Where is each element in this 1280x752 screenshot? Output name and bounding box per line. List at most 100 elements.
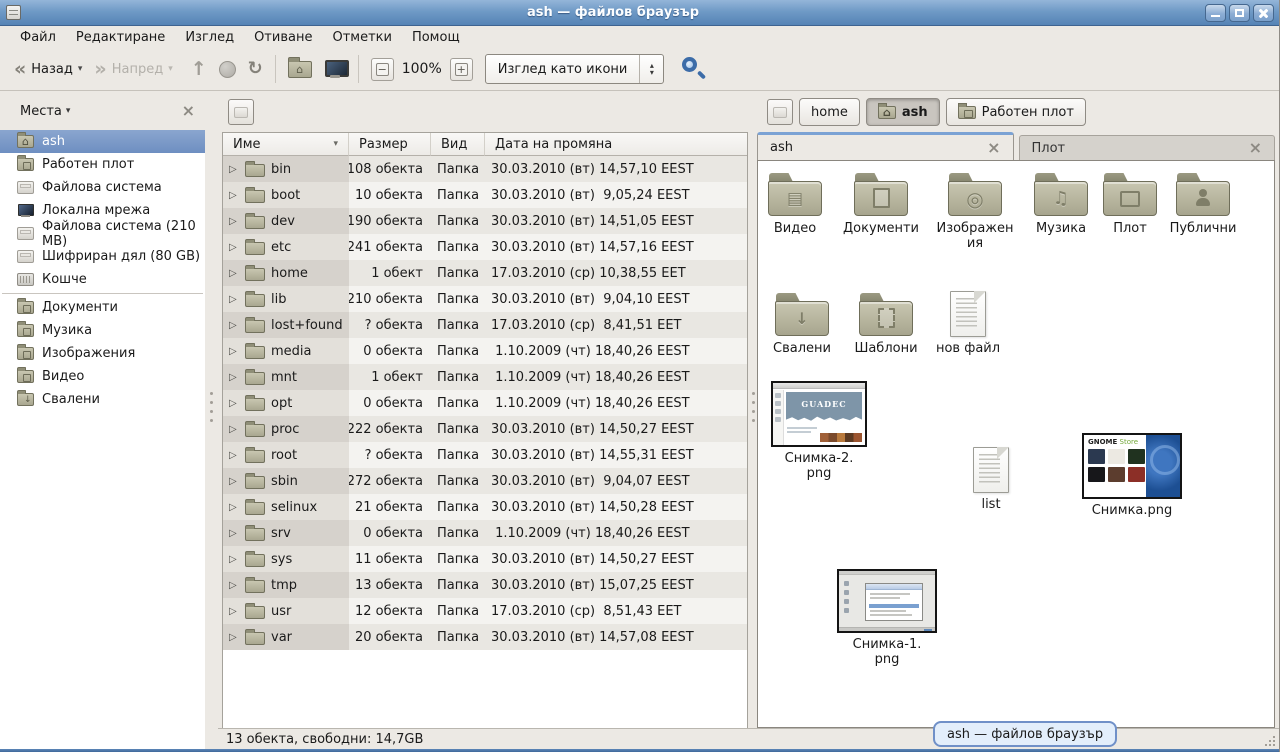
sidebar-title[interactable]: Места [20, 104, 62, 119]
sidebar-item-downloads[interactable]: Свалени [0, 388, 205, 411]
expander-icon[interactable]: ▷ [229, 424, 239, 435]
menu-item-view[interactable]: Изглед [175, 28, 244, 47]
expander-icon[interactable]: ▷ [229, 216, 239, 227]
table-row[interactable]: ▷mnt1 обектПапка 1.10.2009 (чт) 18,40,26… [223, 364, 747, 390]
table-row[interactable]: ▷dev190 обектаПапка30.03.2010 (вт) 14,51… [223, 208, 747, 234]
sidebar-item-encrypted-80gb[interactable]: Шифриран дял (80 GB) [0, 245, 205, 268]
titlebar[interactable]: ash — файлов браузър [0, 0, 1279, 26]
zoom-out-button[interactable]: − [371, 58, 394, 81]
column-header-date[interactable]: Дата на промяна [485, 133, 747, 156]
up-button[interactable]: ↑ [185, 57, 213, 81]
sidebar-close-button[interactable]: × [182, 104, 195, 118]
icon-desktop[interactable]: Плот [1097, 173, 1163, 236]
table-row[interactable]: ▷lost+found? обектаПапка17.03.2010 (ср) … [223, 312, 747, 338]
tab-plot[interactable]: Плот × [1019, 135, 1276, 160]
icon-snimka-1[interactable]: Снимка-1.png [835, 569, 939, 667]
icon-list[interactable]: list [949, 447, 1033, 512]
icon-downloads[interactable]: Свалени [761, 293, 843, 356]
column-header-name[interactable]: Име ▾ [223, 133, 349, 156]
pathbar-button-desktop[interactable]: Работен плот [946, 98, 1086, 126]
table-row[interactable]: ▷boot10 обектаПапка30.03.2010 (вт) 9,05,… [223, 182, 747, 208]
pathbar-button-ash[interactable]: ash [866, 98, 940, 126]
icon-music[interactable]: Музика [1019, 173, 1103, 236]
sidebar-item-filesystem-210mb[interactable]: Файлова система (210 MB) [0, 222, 205, 245]
home-button[interactable]: ⌂ [282, 57, 318, 82]
icon-pictures[interactable]: Изображения [931, 173, 1019, 251]
stop-button[interactable] [213, 57, 242, 82]
table-row[interactable]: ▷sbin272 обектаПапка30.03.2010 (вт) 9,04… [223, 468, 747, 494]
location-toggle-button[interactable] [228, 99, 254, 125]
expander-icon[interactable]: ▷ [229, 554, 239, 565]
close-button[interactable] [1253, 4, 1274, 22]
menu-item-file[interactable]: Файл [10, 28, 66, 47]
expander-icon[interactable]: ▷ [229, 190, 239, 201]
maximize-button[interactable] [1229, 4, 1250, 22]
location-toggle-button[interactable] [767, 99, 793, 125]
tab-ash[interactable]: ash × [757, 132, 1014, 160]
menu-item-edit[interactable]: Редактиране [66, 28, 175, 47]
expander-icon[interactable]: ▷ [229, 632, 239, 643]
table-row[interactable]: ▷srv0 обектаПапка 1.10.2009 (чт) 18,40,2… [223, 520, 747, 546]
icon-public[interactable]: Публични [1159, 173, 1247, 236]
pane-splitter[interactable] [750, 92, 757, 728]
computer-button[interactable] [318, 56, 352, 82]
menu-item-bookmarks[interactable]: Отметки [322, 28, 401, 47]
sidebar-item-videos[interactable]: Видео [0, 365, 205, 388]
sidebar-item-filesystem[interactable]: Файлова система [0, 176, 205, 199]
tab-close-button[interactable]: × [987, 141, 1000, 155]
forward-button[interactable]: » Напред ▾ [88, 57, 178, 81]
expander-icon[interactable]: ▷ [229, 268, 239, 279]
reload-button[interactable]: ↻ [242, 57, 269, 81]
table-row[interactable]: ▷root? обектаПапка30.03.2010 (вт) 14,55,… [223, 442, 747, 468]
expander-icon[interactable]: ▷ [229, 320, 239, 331]
resize-grip[interactable] [1263, 734, 1275, 746]
table-row[interactable]: ▷selinux21 обектаПапка30.03.2010 (вт) 14… [223, 494, 747, 520]
combo-spinner-icon[interactable]: ▴▾ [639, 55, 663, 83]
table-row[interactable]: ▷opt0 обектаПапка 1.10.2009 (чт) 18,40,2… [223, 390, 747, 416]
expander-icon[interactable]: ▷ [229, 346, 239, 357]
icon-video[interactable]: Видео [757, 173, 833, 236]
expander-icon[interactable]: ▷ [229, 242, 239, 253]
menu-item-go[interactable]: Отиване [244, 28, 322, 47]
expander-icon[interactable]: ▷ [229, 528, 239, 539]
table-row[interactable]: ▷lib210 обектаПапка30.03.2010 (вт) 9,04,… [223, 286, 747, 312]
expander-icon[interactable]: ▷ [229, 164, 239, 175]
table-row[interactable]: ▷usr12 обектаПапка17.03.2010 (ср) 8,51,4… [223, 598, 747, 624]
tab-close-button[interactable]: × [1249, 141, 1262, 155]
view-mode-select[interactable]: Изглед като икони ▴▾ [485, 54, 665, 84]
table-row[interactable]: ▷etc241 обектаПапка30.03.2010 (вт) 14,57… [223, 234, 747, 260]
table-row[interactable]: ▷tmp13 обектаПапка30.03.2010 (вт) 15,07,… [223, 572, 747, 598]
back-dropdown-icon[interactable]: ▾ [78, 64, 83, 74]
expander-icon[interactable]: ▷ [229, 476, 239, 487]
pane-splitter[interactable] [205, 92, 218, 749]
expander-icon[interactable]: ▷ [229, 450, 239, 461]
sidebar-item-documents[interactable]: Документи [0, 296, 205, 319]
table-row[interactable]: ▷sys11 обектаПапка30.03.2010 (вт) 14,50,… [223, 546, 747, 572]
search-button[interactable] [678, 54, 708, 84]
zoom-in-button[interactable]: + [450, 58, 473, 81]
expander-icon[interactable]: ▷ [229, 606, 239, 617]
expander-icon[interactable]: ▷ [229, 294, 239, 305]
icon-view[interactable]: ВидеоДокументиИзображенияМузикаПлотПубли… [757, 160, 1275, 728]
sidebar-item-music[interactable]: Музика [0, 319, 205, 342]
minimize-button[interactable] [1205, 4, 1226, 22]
expander-icon[interactable]: ▷ [229, 398, 239, 409]
table-row[interactable]: ▷media0 обектаПапка 1.10.2009 (чт) 18,40… [223, 338, 747, 364]
back-button[interactable]: « Назад ▾ [8, 57, 88, 81]
sidebar-dropdown-icon[interactable]: ▾ [66, 106, 71, 116]
icon-new-file[interactable]: нов файл [927, 291, 1009, 356]
icon-snimka[interactable]: GNOME StoreСнимка.png [1077, 433, 1187, 518]
table-row[interactable]: ▷bin108 обектаПапка30.03.2010 (вт) 14,57… [223, 156, 747, 182]
icon-snimka-2[interactable]: GUADECСнимка-2.png [769, 381, 869, 481]
expander-icon[interactable]: ▷ [229, 502, 239, 513]
table-row[interactable]: ▷var20 обектаПапка30.03.2010 (вт) 14,57,… [223, 624, 747, 650]
pathbar-button-home[interactable]: home [799, 98, 860, 126]
sidebar-item-trash[interactable]: Кошче [0, 268, 205, 291]
column-header-type[interactable]: Вид [431, 133, 485, 156]
column-header-size[interactable]: Размер [349, 133, 431, 156]
expander-icon[interactable]: ▷ [229, 372, 239, 383]
menu-item-help[interactable]: Помощ [402, 28, 470, 47]
icon-documents[interactable]: Документи [839, 173, 923, 236]
expander-icon[interactable]: ▷ [229, 580, 239, 591]
icon-templates[interactable]: Шаблони [845, 293, 927, 356]
